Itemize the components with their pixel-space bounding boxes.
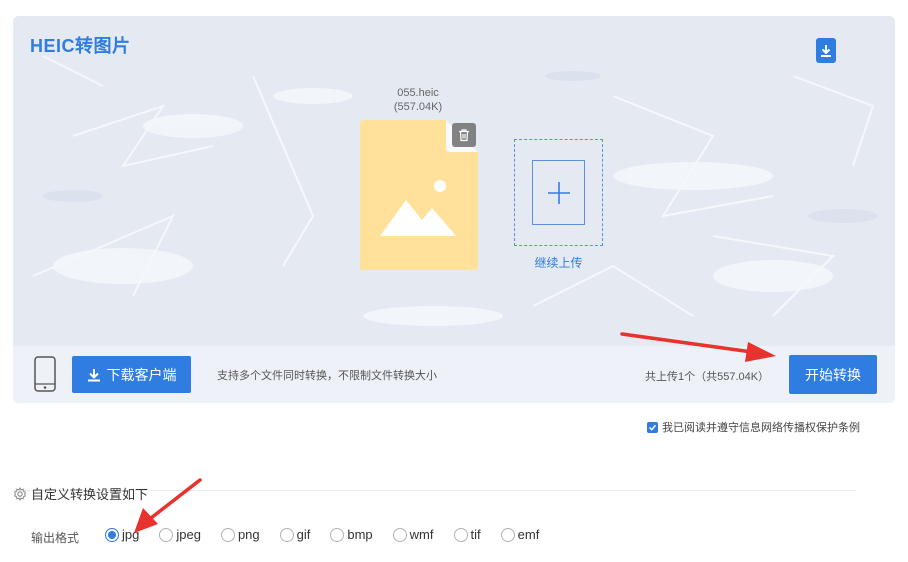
format-option-jpeg[interactable]: jpeg xyxy=(159,527,201,542)
add-more-label[interactable]: 继续上传 xyxy=(514,254,603,271)
format-radio-gif[interactable] xyxy=(279,527,294,542)
format-option-gif[interactable]: gif xyxy=(279,527,311,542)
start-convert-button[interactable]: 开始转换 xyxy=(789,355,877,394)
settings-header: 自定义转换设置如下 xyxy=(13,484,148,503)
download-client-button[interactable]: 下载客户端 xyxy=(72,356,191,393)
agreement[interactable]: 我已阅读并遵守信息网络传播权保护条例 xyxy=(647,419,860,435)
download-icon xyxy=(821,44,831,57)
delete-file-button[interactable] xyxy=(452,123,476,147)
agreement-label: 我已阅读并遵守信息网络传播权保护条例 xyxy=(662,422,860,434)
format-radio-png[interactable] xyxy=(220,527,235,542)
format-radio-emf[interactable] xyxy=(500,527,515,542)
download-icon xyxy=(87,368,100,381)
format-label-gif: gif xyxy=(296,527,311,542)
gear-icon xyxy=(13,486,27,501)
page-title: HEIC转图片 xyxy=(30,36,131,56)
download-client-label: 下载客户端 xyxy=(106,366,177,383)
format-label-emf: emf xyxy=(517,527,540,542)
file-info: 055.heic (557.04K) xyxy=(368,86,468,114)
format-label-png: png xyxy=(237,527,260,542)
phone-icon xyxy=(34,356,56,392)
format-label-tif: tif xyxy=(470,527,481,542)
format-radio-jpeg[interactable] xyxy=(159,527,174,542)
format-option-emf[interactable]: emf xyxy=(500,527,540,542)
add-more-button[interactable] xyxy=(514,139,603,246)
add-more-box xyxy=(532,160,585,225)
format-option-png[interactable]: png xyxy=(220,527,260,542)
plus-icon xyxy=(547,181,570,204)
converter-panel: HEIC转图片 055.heic (557.04K) 继续上传 下载客户端 支持… xyxy=(13,16,895,403)
output-format-group: jpg jpeg png gif bmp wmf tif emf xyxy=(105,527,559,542)
format-label-jpeg: jpeg xyxy=(176,527,201,542)
format-option-tif[interactable]: tif xyxy=(453,527,481,542)
download-icon-button[interactable] xyxy=(816,38,836,63)
format-label-wmf: wmf xyxy=(409,527,434,542)
format-radio-bmp[interactable] xyxy=(330,527,345,542)
check-icon xyxy=(648,424,657,431)
settings-title: 自定义转换设置如下 xyxy=(31,487,149,502)
format-radio-jpg[interactable] xyxy=(105,527,119,542)
file-name: 055.heic xyxy=(397,87,439,99)
format-label-jpg: jpg xyxy=(122,527,140,542)
format-radio-wmf[interactable] xyxy=(392,527,407,542)
upload-tip: 支持多个文件同时转换，不限制文件转换大小 xyxy=(217,370,437,382)
upload-area[interactable]: HEIC转图片 055.heic (557.04K) 继续上传 xyxy=(13,16,895,346)
format-option-wmf[interactable]: wmf xyxy=(392,527,434,542)
format-option-bmp[interactable]: bmp xyxy=(330,527,373,542)
format-label-bmp: bmp xyxy=(347,527,373,542)
upload-summary: 共上传1个（共557.04K） xyxy=(645,371,770,383)
bottom-bar: 下载客户端 支持多个文件同时转换，不限制文件转换大小 共上传1个（共557.04… xyxy=(13,346,895,403)
format-radio-tif[interactable] xyxy=(453,527,468,542)
agreement-checkbox[interactable] xyxy=(647,421,658,433)
format-option-jpg[interactable]: jpg xyxy=(105,527,139,542)
trash-icon xyxy=(459,129,469,142)
file-size: (557.04K) xyxy=(393,101,443,113)
output-format-label: 输出格式 xyxy=(31,531,80,545)
